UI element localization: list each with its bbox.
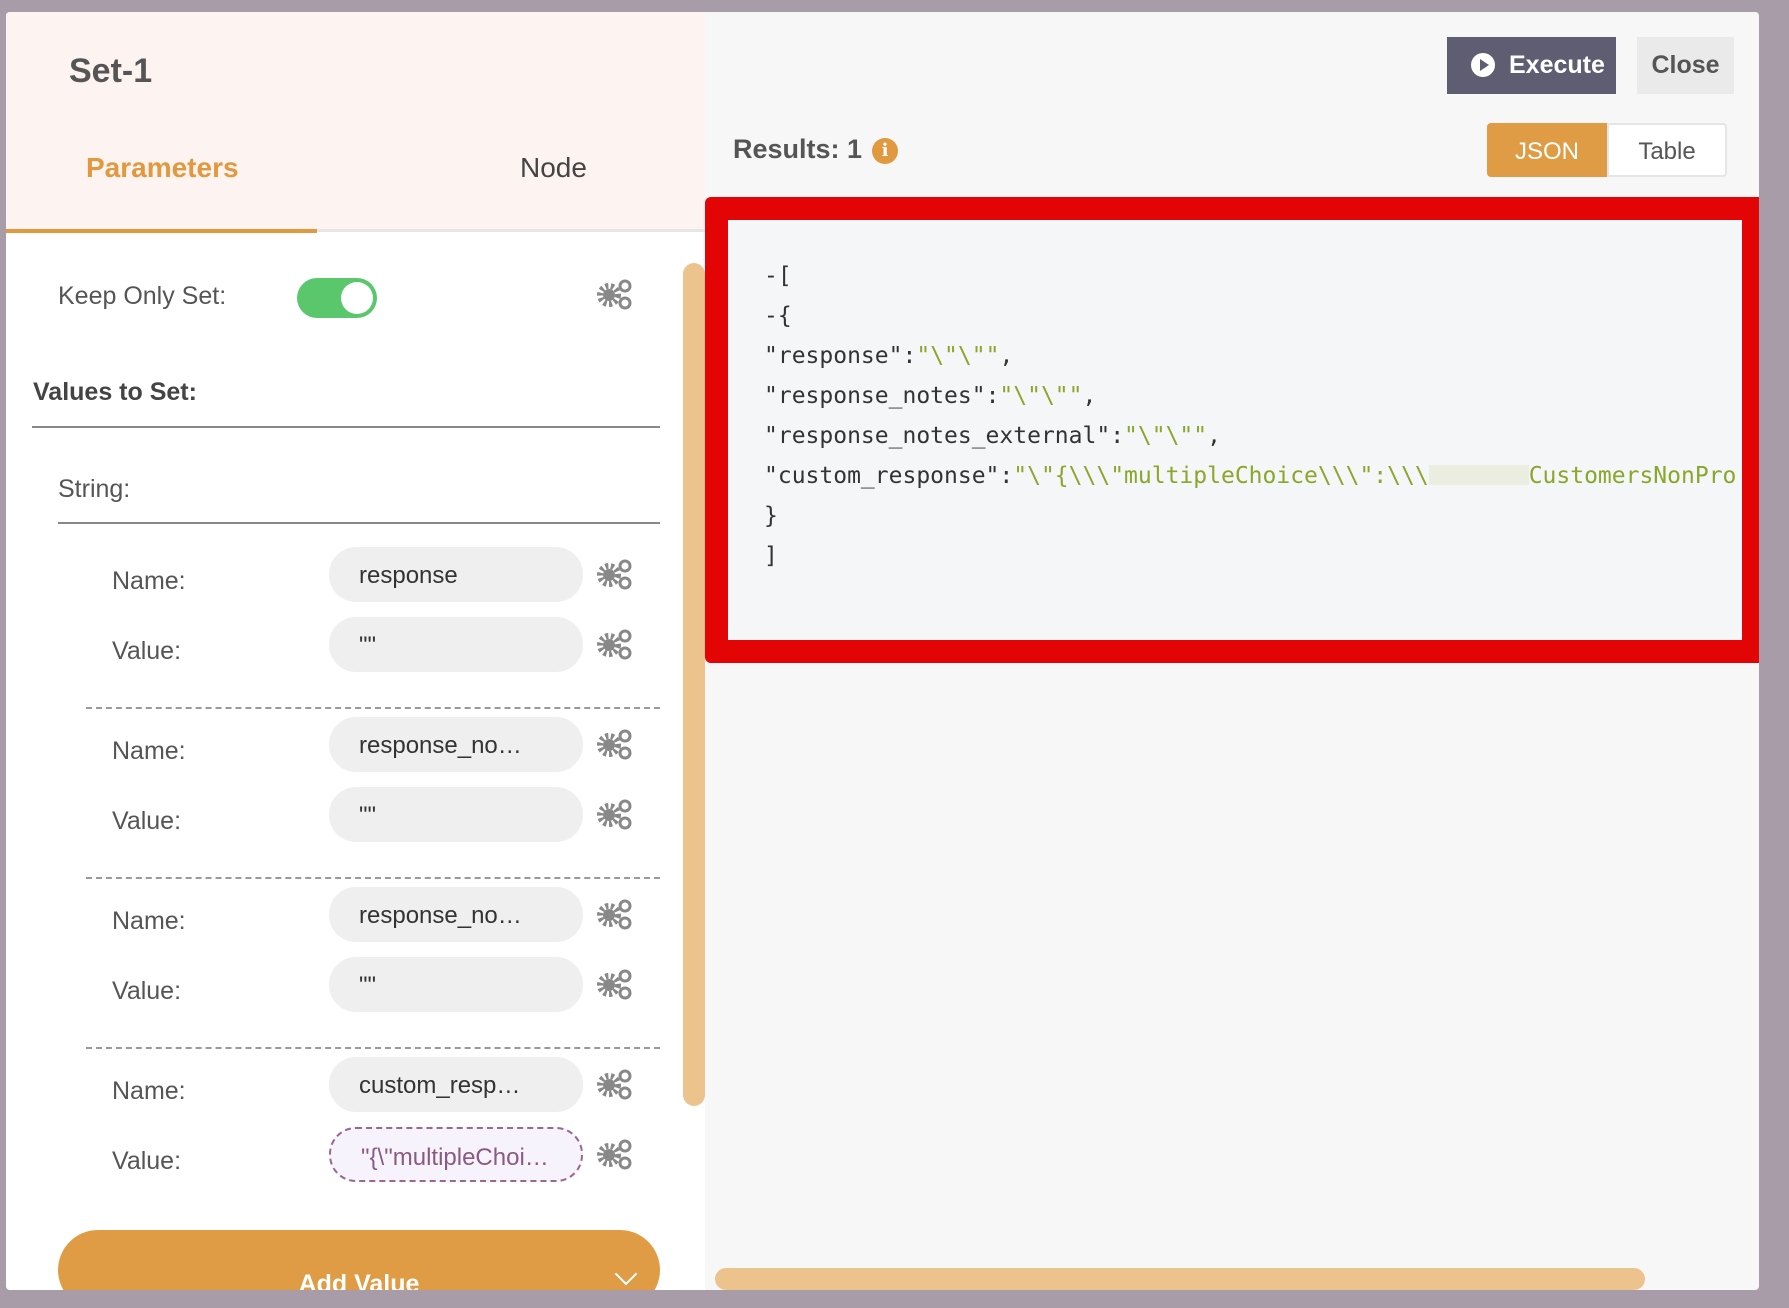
name-label: Name: bbox=[112, 1077, 186, 1105]
name-input[interactable]: custom_resp… bbox=[329, 1057, 583, 1112]
node-dialog: Set-1 Parameters Node Keep Only Set: Val… bbox=[6, 12, 1759, 1290]
json-key: "response" bbox=[764, 343, 903, 369]
json-key: "custom_response" bbox=[764, 463, 1000, 489]
json-collapse-object[interactable]: -{ bbox=[764, 303, 792, 329]
name-label: Name: bbox=[112, 567, 186, 595]
json-output: -[ -{ "response":"\"\"", "response_notes… bbox=[764, 263, 1737, 569]
name-input[interactable]: response_no… bbox=[329, 717, 583, 772]
json-output-highlight: -[ -{ "response":"\"\"", "response_notes… bbox=[705, 197, 1759, 663]
vertical-scrollbar[interactable] bbox=[683, 263, 705, 1106]
json-collapse-array[interactable]: -[ bbox=[764, 263, 792, 289]
chevron-down-icon bbox=[614, 1262, 638, 1286]
value-input[interactable]: "{\"multipleChoi… bbox=[329, 1127, 583, 1182]
execute-button[interactable]: Execute bbox=[1447, 37, 1616, 94]
entry-divider bbox=[86, 1047, 660, 1049]
value-label: Value: bbox=[112, 637, 182, 665]
parameters-panel: Set-1 Parameters Node Keep Only Set: Val… bbox=[6, 12, 705, 1290]
view-json-button[interactable]: JSON bbox=[1487, 123, 1607, 177]
gear-icon[interactable] bbox=[595, 967, 635, 1001]
name-label: Name: bbox=[112, 737, 186, 765]
close-button[interactable]: Close bbox=[1637, 37, 1734, 94]
tab-parameters[interactable]: Parameters bbox=[86, 152, 239, 184]
gear-icon[interactable] bbox=[595, 557, 635, 591]
info-icon[interactable]: i bbox=[872, 138, 899, 164]
gear-icon[interactable] bbox=[595, 797, 635, 831]
results-count: Results: 1 i bbox=[733, 134, 899, 165]
string-section-label: String: bbox=[58, 475, 131, 503]
json-value: "\"{\\\"multipleChoice\\\":\\\ bbox=[1013, 463, 1429, 489]
json-value: "\"\"" bbox=[999, 383, 1083, 409]
add-value-label: Add Value bbox=[298, 1270, 420, 1290]
value-input[interactable]: "" bbox=[329, 957, 583, 1012]
json-value: "\"\"" bbox=[916, 343, 1000, 369]
value-label: Value: bbox=[112, 977, 182, 1005]
gear-icon[interactable] bbox=[595, 277, 635, 311]
play-icon bbox=[1471, 53, 1495, 77]
gear-icon[interactable] bbox=[595, 1137, 635, 1171]
name-input[interactable]: response_no… bbox=[329, 887, 583, 942]
json-key: "response_notes_external" bbox=[764, 423, 1111, 449]
divider bbox=[58, 522, 660, 524]
values-to-set-heading: Values to Set: bbox=[33, 378, 197, 406]
panel-header: Set-1 Parameters Node bbox=[6, 12, 705, 233]
gear-icon[interactable] bbox=[595, 1067, 635, 1101]
tab-node[interactable]: Node bbox=[520, 152, 587, 184]
results-label: Results: 1 bbox=[733, 134, 863, 164]
value-label: Value: bbox=[112, 1147, 182, 1175]
execute-label: Execute bbox=[1509, 51, 1605, 79]
value-input[interactable]: "" bbox=[329, 787, 583, 842]
gear-icon[interactable] bbox=[595, 897, 635, 931]
json-value-continued: CustomersNonPro bbox=[1528, 463, 1737, 489]
entry-divider bbox=[86, 707, 660, 709]
node-title[interactable]: Set-1 bbox=[69, 52, 152, 91]
json-close-object: } bbox=[764, 503, 778, 529]
json-close-array: ] bbox=[764, 543, 778, 569]
output-panel: Execute Close Results: 1 i JSON Table -[ … bbox=[705, 12, 1759, 1290]
add-value-button[interactable]: Add Value bbox=[58, 1230, 660, 1290]
gear-icon[interactable] bbox=[595, 727, 635, 761]
name-input[interactable]: response bbox=[329, 547, 583, 602]
horizontal-scrollbar[interactable] bbox=[715, 1268, 1645, 1290]
value-input[interactable]: "" bbox=[329, 617, 583, 672]
divider bbox=[32, 426, 660, 428]
keep-only-set-label: Keep Only Set: bbox=[58, 282, 227, 310]
redacted-text bbox=[1428, 465, 1529, 485]
entry-divider bbox=[86, 877, 660, 879]
name-label: Name: bbox=[112, 907, 186, 935]
active-tab-indicator bbox=[6, 229, 317, 233]
json-key: "response_notes" bbox=[764, 383, 986, 409]
gear-icon[interactable] bbox=[595, 627, 635, 661]
keep-only-set-toggle[interactable] bbox=[297, 278, 377, 318]
value-label: Value: bbox=[112, 807, 182, 835]
view-table-button[interactable]: Table bbox=[1607, 123, 1727, 177]
json-value: "\"\"" bbox=[1124, 423, 1208, 449]
